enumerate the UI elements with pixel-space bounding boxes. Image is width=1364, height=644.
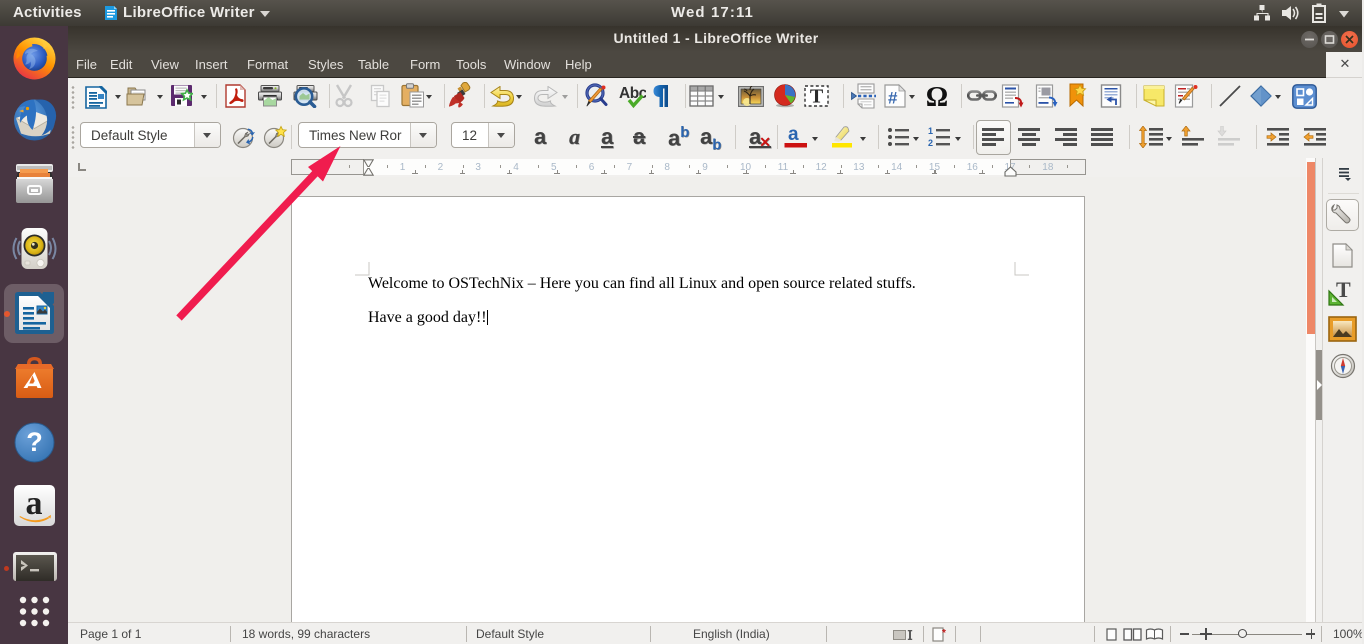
svg-text:2: 2 — [928, 138, 933, 148]
svg-text:a: a — [26, 485, 43, 522]
svg-text:T: T — [1336, 278, 1351, 302]
svg-text:T: T — [810, 86, 824, 108]
svg-text:?: ? — [26, 427, 43, 457]
svg-text:Ω: Ω — [926, 84, 948, 108]
svg-text:Abc: Abc — [619, 85, 646, 102]
svg-text:1: 1 — [928, 126, 933, 136]
svg-text:*: * — [942, 628, 946, 639]
svg-text:a: a — [788, 126, 799, 145]
svg-text:#: # — [888, 89, 898, 108]
